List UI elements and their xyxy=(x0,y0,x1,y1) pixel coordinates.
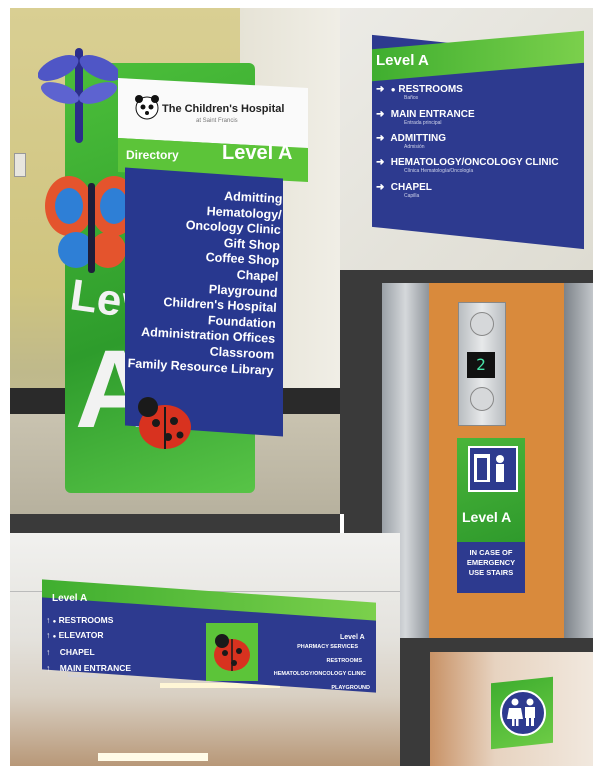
ceiling-light xyxy=(98,753,208,761)
ceiling-sign-left-row: ↑ CHAPEL xyxy=(46,647,95,657)
collage-gap-bottom-right xyxy=(400,638,593,652)
ceiling-sign-right-row: PHARMACY SERVICES xyxy=(297,644,358,650)
wall-sign-row: ➜ CHAPEL Capilla xyxy=(376,182,432,199)
emergency-line: EMERGENCY xyxy=(466,558,516,567)
wall-sign-row: ➜ ADMITTING Admisión xyxy=(376,133,446,150)
arrow-icon: ➜ xyxy=(376,109,385,120)
collage-gap-elevator-left xyxy=(344,283,382,533)
ceiling-sign-left-label: RESTROOMS xyxy=(58,615,114,625)
ceiling-sign-left-row: ↑ MAIN ENTRANCE Entrada principal xyxy=(46,663,131,678)
wall-sign-row: ➜ HEMATOLOGY/ONCOLOGY CLINIC Clínica Hem… xyxy=(376,157,559,174)
directory-list: Admitting Hematology/ Oncology Clinic Gi… xyxy=(123,184,282,379)
emergency-text: IN CASE OF EMERGENCY USE STAIRS xyxy=(457,548,525,578)
emergency-line: IN CASE OF xyxy=(469,548,513,557)
hospital-subtitle: at Saint Francis xyxy=(196,118,238,124)
dragonfly-icon xyxy=(38,48,118,143)
arrow-icon: ➜ xyxy=(376,84,385,95)
ceiling-sign-left-label: MAIN ENTRANCE xyxy=(59,663,132,673)
ceiling-sign-left-label: CHAPEL xyxy=(59,647,95,657)
photo-elevator: 2 Level A IN CASE OF EMERGENCY USE STAIR… xyxy=(382,283,593,638)
call-up-button xyxy=(470,312,494,336)
arrow-up-icon: ↑ xyxy=(46,647,58,657)
wall-sign-row-label: HEMATOLOGY/ONCOLOGY CLINIC xyxy=(390,157,559,168)
ceiling-sign-left-sub: Entrada principal xyxy=(68,673,99,678)
elevator-frame xyxy=(564,283,593,638)
ceiling-sign-right-row: PLAYGROUND xyxy=(331,685,370,691)
restroom-icon: ● xyxy=(390,85,396,94)
wall-sign-row-sub: Capilla xyxy=(404,193,420,199)
ceiling-sign-left-row: ↑ ● RESTROOMS xyxy=(46,615,113,625)
ceiling-sign-level-right: Level A xyxy=(340,634,365,641)
collage-gap-restroom-left xyxy=(400,652,430,766)
light-switch xyxy=(14,153,26,177)
arrow-up-icon: ↑ xyxy=(46,615,53,625)
arrow-icon: ➜ xyxy=(376,157,385,168)
wall-sign-row-sub: Admisión xyxy=(404,144,425,150)
wall-sign-row: ➜ MAIN ENTRANCE Entrada principal xyxy=(376,109,475,126)
hospital-name: The Children's Hospital xyxy=(162,103,285,115)
ladybug-icon xyxy=(138,397,191,449)
elevator-icon xyxy=(474,454,504,482)
panda-logo-icon xyxy=(135,95,159,120)
ceiling-sign-level-left: Level A xyxy=(52,593,88,604)
wall-sign-row: ➜ ● RESTROOMS Baños xyxy=(376,84,463,101)
ceiling-sign-right-row: RESTROOMS xyxy=(326,658,362,664)
ceiling-sign-left-label: ELEVATOR xyxy=(58,630,104,640)
floor-display: 2 xyxy=(467,352,495,378)
wall-sign-row-label: CHAPEL xyxy=(390,182,432,193)
restroom-icon: ● xyxy=(52,619,57,625)
directory-label: Directory xyxy=(126,148,179,162)
wall-sign-row-sub: Baños xyxy=(404,95,419,101)
photo-ceiling-sign: Level A Level A ↑ ● RESTROOMS ↑ ● ELEVAT… xyxy=(10,533,400,766)
restroom-icon xyxy=(507,698,535,726)
elevator-level-label: Level A xyxy=(462,509,512,525)
ceiling-sign-left-row: ↑ ● ELEVATOR xyxy=(46,630,104,640)
photo-restroom-sign xyxy=(430,652,593,766)
wall-sign-row-label: RESTROOMS xyxy=(398,84,463,95)
arrow-up-icon: ↑ xyxy=(46,663,58,673)
photo-directory-sign: Level A The Children's Hospital at Saint… xyxy=(10,8,340,514)
photo-wall-sign: Level A ➜ ● RESTROOMS Baños ➜ MAIN ENTRA… xyxy=(340,8,593,270)
arrow-icon: ➜ xyxy=(376,133,385,144)
wall-sign-row-sub: Clínica Hematología/Oncología xyxy=(404,168,474,174)
ceiling-sign-right-row: HEMATOLOGY/ONCOLOGY CLINIC xyxy=(273,671,366,677)
arrow-icon: ➜ xyxy=(376,182,385,193)
wall-sign-title: Level A xyxy=(376,52,429,69)
call-down-button xyxy=(470,387,494,411)
arrow-up-icon: ↑ xyxy=(46,630,53,640)
wall-sign-row-label: MAIN ENTRANCE xyxy=(390,109,475,120)
level-label: Level A xyxy=(222,142,293,164)
wall-sign-row-label: ADMITTING xyxy=(390,133,446,144)
elevator-icon: ● xyxy=(52,634,57,640)
collage-gap-right xyxy=(340,270,593,283)
ladybug-icon xyxy=(214,634,250,671)
collage-divider-horizontal xyxy=(10,514,340,533)
emergency-line: USE STAIRS xyxy=(468,568,514,577)
wall-sign-row-sub: Entrada principal xyxy=(404,120,442,126)
